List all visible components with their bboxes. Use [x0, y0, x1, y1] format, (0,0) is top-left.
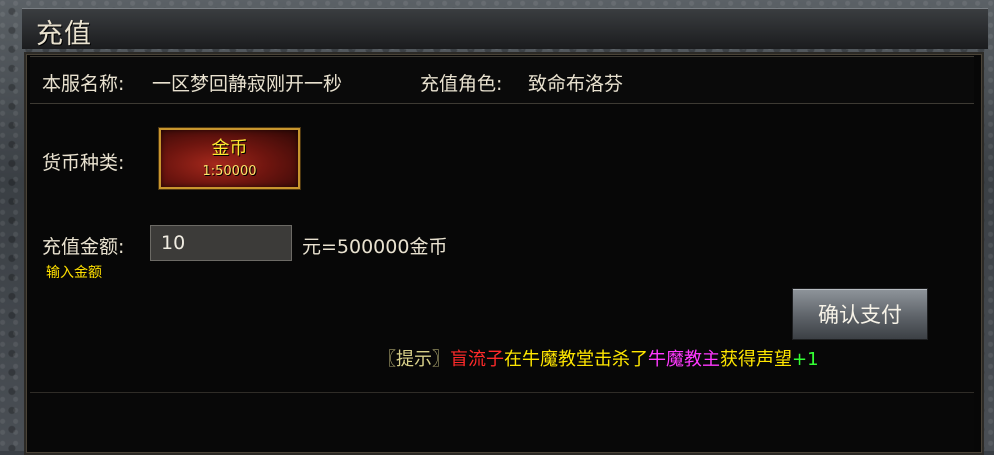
- amount-hint: 输入金额: [46, 265, 102, 281]
- role-value: 致命布洛芬: [528, 73, 624, 95]
- lower-panel: [30, 392, 974, 452]
- currency-gold-name: 金币: [211, 138, 248, 159]
- currency-gold-ratio: 1:50000: [202, 164, 257, 179]
- role-label: 充值角色:: [420, 73, 503, 95]
- server-name-value: 一区梦回静寂刚开一秒: [152, 73, 343, 95]
- amount-label: 充值金额:: [42, 236, 125, 258]
- tip-middle: 在牛魔教堂击杀了: [504, 349, 648, 370]
- tip-amount: +1: [792, 349, 819, 370]
- window-title: 充值: [36, 19, 92, 50]
- tip-player: 盲流子: [450, 349, 504, 370]
- tip-reward: 获得声望: [720, 349, 792, 370]
- tip-monster: 牛魔教主: [648, 349, 720, 370]
- currency-gold-button[interactable]: 金币 1:50000: [159, 128, 300, 189]
- amount-result: 元=500000金币: [302, 236, 448, 258]
- server-name-label: 本服名称:: [42, 73, 125, 95]
- currency-type-label: 货币种类:: [42, 152, 125, 174]
- system-tip: 〖提示〗盲流子在牛魔教堂击杀了牛魔教主获得声望+1: [378, 345, 819, 371]
- confirm-pay-button[interactable]: 确认支付: [792, 288, 928, 340]
- amount-input[interactable]: [150, 225, 292, 261]
- title-bar: [22, 8, 988, 49]
- tip-prefix: 〖提示〗: [378, 349, 450, 370]
